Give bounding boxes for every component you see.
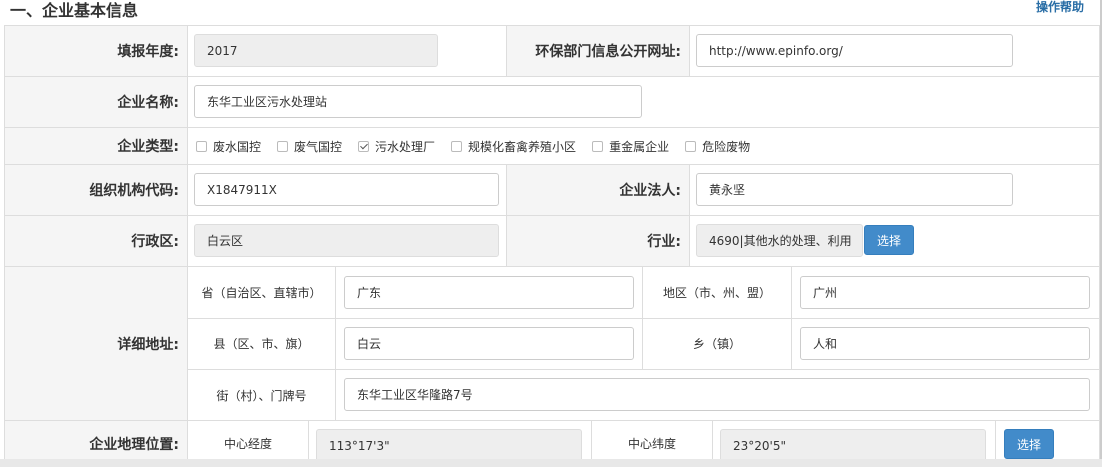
- legal-person-label: 企业法人:: [507, 165, 689, 215]
- env-url-input[interactable]: http://www.epinfo.org/: [696, 34, 1013, 67]
- row-year-url: 填报年度: 2017 环保部门信息公开网址: http://www.epinfo…: [5, 26, 1099, 77]
- province-input[interactable]: 广东: [344, 276, 634, 309]
- checkbox-livestock[interactable]: 规模化畜禽养殖小区: [451, 138, 576, 155]
- checkbox-box-checked[interactable]: [358, 140, 370, 152]
- industry-label: 行业:: [507, 216, 689, 266]
- location-select-button[interactable]: 选择: [1004, 429, 1054, 459]
- province-label: 省（自治区、直辖市）: [201, 286, 322, 300]
- longitude-field: 113°17'3": [316, 429, 582, 462]
- checkbox-box[interactable]: [196, 140, 207, 152]
- industry-field: 4690|其他水的处理、利用: [696, 224, 863, 257]
- row-district-industry: 行政区: 白云区 行业: 4690|其他水的处理、利用 选择: [5, 216, 1099, 267]
- row-org-legal: 组织机构代码: X1847911X 企业法人: 黄永坚: [5, 165, 1099, 216]
- company-type-options: 废水国控 废气国控 污水处理厂 规模化畜禽养殖小区 重金属企业 危险废物: [196, 128, 766, 164]
- street-input[interactable]: 东华工业区华隆路7号: [344, 378, 1090, 411]
- row-location: 企业地理位置: 中心经度 113°17'3" 中心纬度 23°20'5" 选择: [5, 421, 1099, 462]
- checkbox-box[interactable]: [685, 140, 697, 152]
- company-name-input[interactable]: 东华工业区污水处理站: [194, 85, 642, 118]
- checkbox-box[interactable]: [277, 140, 289, 152]
- town-input[interactable]: 人和: [800, 327, 1090, 360]
- company-type-label: 企业类型:: [5, 128, 187, 164]
- industry-select-button[interactable]: 选择: [864, 225, 914, 255]
- checkbox-box[interactable]: [592, 140, 604, 152]
- region-label: 地区（市、州、盟）: [662, 286, 771, 300]
- district-label: 行政区:: [5, 216, 187, 266]
- checkbox-box[interactable]: [451, 140, 463, 152]
- section-title: 一、企业基本信息: [10, 1, 139, 20]
- town-label: 乡（镇）: [692, 337, 741, 351]
- company-name-label: 企业名称:: [5, 77, 187, 127]
- district-field: 白云区: [194, 224, 499, 257]
- latitude-field: 23°20'5": [720, 429, 986, 462]
- help-link[interactable]: 操作帮助: [1036, 0, 1084, 15]
- checkbox-waste-gas[interactable]: 废气国控: [277, 138, 342, 155]
- location-label: 企业地理位置:: [5, 421, 187, 461]
- row-address: 详细地址: 省（自治区、直辖市） 广东 地区（市、州、盟） 广州 县（区、市、旗…: [5, 267, 1100, 421]
- checkbox-wastewater[interactable]: 废水国控: [196, 138, 261, 155]
- checkbox-hazardous-waste[interactable]: 危险废物: [685, 138, 750, 155]
- checkbox-sewage-plant[interactable]: 污水处理厂: [358, 138, 435, 155]
- row-company-type: 企业类型: 废水国控 废气国控 污水处理厂 规模化畜禽养殖小区 重金属企业 危险…: [5, 128, 1099, 165]
- env-url-label: 环保部门信息公开网址:: [507, 26, 689, 76]
- row-company-name: 企业名称: 东华工业区污水处理站: [5, 77, 1099, 128]
- county-label: 县（区、市、旗）: [213, 337, 310, 351]
- basic-info-form: 填报年度: 2017 环保部门信息公开网址: http://www.epinfo…: [4, 25, 1100, 462]
- checkbox-heavy-metal[interactable]: 重金属企业: [592, 138, 669, 155]
- section-header: 一、企业基本信息 操作帮助: [0, 0, 1102, 20]
- address-label: 详细地址:: [5, 267, 187, 420]
- street-label: 街（村）、门牌号: [216, 388, 307, 403]
- horizontal-scroll-track: [0, 459, 1102, 467]
- address-grid: 省（自治区、直辖市） 广东 地区（市、州、盟） 广州 县（区、市、旗） 白云 乡…: [187, 267, 1100, 421]
- year-field: 2017: [194, 34, 438, 67]
- org-code-label: 组织机构代码:: [5, 165, 187, 215]
- legal-person-input[interactable]: 黄永坚: [696, 173, 1013, 206]
- org-code-input[interactable]: X1847911X: [194, 173, 499, 206]
- county-input[interactable]: 白云: [344, 327, 634, 360]
- year-label: 填报年度:: [5, 26, 187, 76]
- region-input[interactable]: 广州: [800, 276, 1090, 309]
